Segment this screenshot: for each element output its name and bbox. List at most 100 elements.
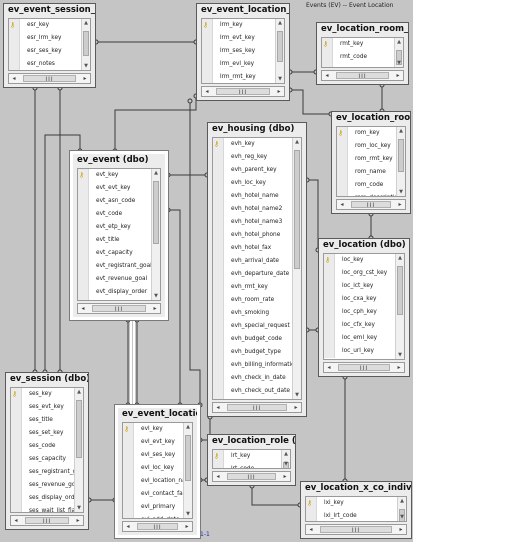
column-row[interactable]: lrm_rmt_key [202,71,284,83]
scroll-down-icon[interactable]: ▼ [396,351,404,359]
scroll-left-icon[interactable]: ◂ [78,304,88,314]
scroll-thumb[interactable] [398,139,404,172]
horizontal-scrollbar[interactable]: ◂ III ▸ [323,362,405,373]
scroll-down-icon[interactable]: ▼ [293,391,301,399]
column-row[interactable]: evh_smoking [213,307,301,320]
horizontal-scrollbar[interactable]: ◂ III ▸ [77,303,161,314]
column-row[interactable]: ses_title [11,414,83,427]
scroll-left-icon[interactable]: ◂ [337,200,347,210]
scroll-down-icon[interactable]: ▼ [184,510,192,518]
horizontal-scrollbar[interactable]: ◂ III ▸ [212,402,302,413]
horizontal-scrollbar[interactable]: ◂ III ▸ [305,524,407,535]
scroll-down-icon[interactable]: ▼ [75,504,83,512]
column-row[interactable]: evl_location_name [123,475,192,488]
scroll-up-icon[interactable]: ▲ [276,19,284,27]
column-row[interactable]: evt_etp_key [78,221,160,234]
scroll-thumb-label[interactable]: III [23,75,76,83]
scroll-down-icon[interactable]: ▼ [397,188,405,196]
column-row[interactable]: evh_parent_key [213,164,301,177]
scroll-up-icon[interactable]: ▲ [75,388,83,396]
table-title[interactable]: ev_housing (dbo) [208,123,306,136]
column-row[interactable]: evh_billing_information [213,359,301,372]
column-row[interactable]: evh_budget_type [213,346,301,359]
column-row[interactable]: evh_airport [213,398,301,399]
diagram-canvas[interactable]: Events (EV) -- Event Location 1-1 ev_eve… [0,0,413,542]
table-ev-event-session-roc[interactable]: ev_event_session_roc ⚷ esr_key esr_lrm_keye… [3,3,96,88]
column-row[interactable]: loc_url_key [324,345,404,358]
table-title[interactable]: ev_location (dbo) [319,239,409,252]
scroll-thumb-label[interactable]: III [92,305,146,313]
column-row[interactable]: ses_registrant_goal [11,466,83,479]
column-row[interactable]: evt_code [78,208,160,221]
column-row[interactable]: evt_registrant_goal [78,260,160,273]
scroll-thumb[interactable] [76,400,82,458]
column-list[interactable]: ⚷ loc_key loc_org_cst_key loc_ict_key loc_cx… [323,253,405,360]
relationship-line[interactable] [307,179,319,250]
scroll-thumb[interactable] [153,181,159,244]
column-row[interactable]: rom_rmt_key [337,153,405,166]
column-row[interactable]: ⚷ lrm_key [202,19,284,32]
scroll-right-icon[interactable]: ▸ [393,71,403,81]
table-ev-event[interactable]: ev_event (dbo) ⚷ evt_key evt_evt_key evt_asn… [69,150,169,321]
horizontal-scrollbar[interactable]: ◂ III ▸ [336,199,406,210]
column-row[interactable]: evh_rmt_key [213,281,301,294]
scroll-right-icon[interactable]: ▸ [274,87,284,97]
horizontal-scrollbar[interactable]: ◂ III ▸ [321,70,404,81]
column-row[interactable]: lrm_evl_key [202,58,284,71]
relationship-line[interactable] [114,96,197,151]
scroll-down-icon[interactable]: ▼ [395,59,403,67]
scroll-right-icon[interactable]: ▸ [280,472,290,482]
scroll-thumb-label[interactable]: III [227,473,276,481]
column-row[interactable]: evl_evt_key [123,436,192,449]
vertical-scrollbar[interactable]: ▲ ▼ [183,423,192,518]
column-row[interactable]: loc_org_cst_key [324,267,404,280]
column-row[interactable]: evh_hotel_name2 [213,203,301,216]
column-row[interactable]: evh_check_in_date [213,372,301,385]
table-title[interactable]: ev_location_x_co_individu [301,482,411,495]
column-row[interactable]: ⚷ loc_key [324,254,404,267]
vertical-scrollbar[interactable]: ▲ ▼ [394,38,403,67]
scroll-thumb-label[interactable]: III [336,72,389,80]
column-row[interactable]: evl_primary [123,501,192,514]
horizontal-scrollbar[interactable]: ◂ III ▸ [10,515,84,526]
scroll-down-icon[interactable]: ▼ [276,75,284,83]
column-row[interactable]: evl_ses_key [123,449,192,462]
scroll-thumb-label[interactable]: III [338,364,390,372]
column-list[interactable]: ⚷ lrm_key lrm_evt_key lrm_ses_key lrm_evl_ke… [201,18,285,84]
column-row[interactable]: ⚷ evl_key [123,423,192,436]
vertical-scrollbar[interactable]: ▲ ▼ [281,450,290,468]
column-list[interactable]: ⚷ evl_key evl_evt_key evl_ses_key evl_loc_ke… [122,422,193,519]
column-row[interactable]: rom_loc_key [337,140,405,153]
column-row[interactable]: evl_add_date [123,514,192,518]
column-row[interactable]: evh_special_request [213,320,301,333]
scroll-thumb[interactable] [277,31,283,62]
scroll-thumb[interactable] [185,435,191,481]
column-row[interactable]: ⚷ ses_key [11,388,83,401]
column-row[interactable]: evh_reg_key [213,151,301,164]
column-row[interactable]: ⚷ lxi_key [306,497,406,510]
table-ev-event-location[interactable]: ev_event_location ⚷ evl_key evl_evt_key evl_… [114,404,201,539]
column-row[interactable]: rom_code [337,179,405,192]
horizontal-scrollbar[interactable]: ◂ III ▸ [122,521,193,532]
scroll-right-icon[interactable]: ▸ [396,525,406,535]
scroll-right-icon[interactable]: ▸ [150,304,160,314]
table-ev-housing[interactable]: ev_housing (dbo) ⚷ evh_key evh_reg_key evh_p… [207,122,307,417]
column-row[interactable]: evh_budget_code [213,333,301,346]
column-row[interactable]: rom_description [337,192,405,196]
column-list[interactable]: ⚷ evh_key evh_reg_key evh_parent_key evh_loc… [212,137,302,400]
table-ev-location-room-ty[interactable]: ev_location_room_ty ⚷ rmt_key rmt_code rmt_d… [316,22,409,85]
table-ev-event-location-ro[interactable]: ev_event_location_ro ⚷ lrm_key lrm_evt_keyl… [196,3,290,101]
horizontal-scrollbar[interactable]: ◂ III ▸ [8,73,91,84]
scroll-left-icon[interactable]: ◂ [9,74,19,84]
table-ev-session[interactable]: ev_session (dbo) ⚷ ses_key ses_evt_key ses_t… [5,372,89,530]
scroll-thumb-label[interactable]: III [320,526,392,534]
scroll-right-icon[interactable]: ▸ [80,74,90,84]
vertical-scrollbar[interactable]: ▲ ▼ [396,127,405,196]
vertical-scrollbar[interactable]: ▲ ▼ [397,497,406,521]
scroll-up-icon[interactable]: ▲ [395,38,403,46]
column-row[interactable]: ⚷ esr_key [9,19,90,32]
table-title[interactable]: ev_event_location_ro [197,4,289,17]
column-row[interactable]: evt_capacity [78,247,160,260]
vertical-scrollbar[interactable]: ▲ ▼ [292,138,301,399]
vertical-scrollbar[interactable]: ▲ ▼ [395,254,404,359]
